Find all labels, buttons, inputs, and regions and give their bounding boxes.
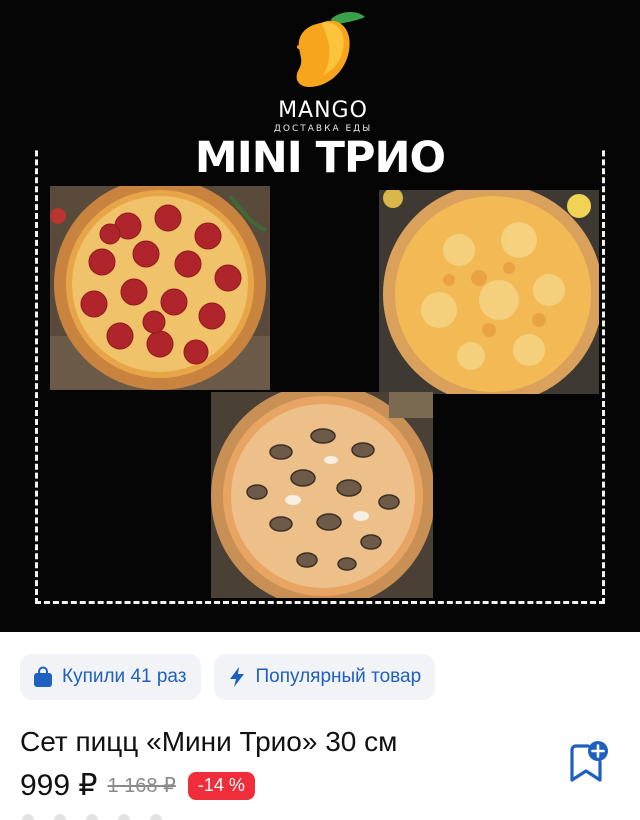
rating-stars-partial: [22, 814, 162, 820]
shopping-bag-icon: [32, 666, 54, 688]
badge-bought[interactable]: Купили 41 раз: [20, 654, 201, 700]
cheese-pizza-photo: [379, 190, 599, 394]
bookmark-plus-icon: [570, 741, 608, 782]
badge-popular[interactable]: Популярный товар: [213, 654, 436, 700]
mushroom-pizza-photo: [211, 392, 433, 598]
discount-badge: -14 %: [187, 771, 255, 800]
brand-name: MANGO: [278, 98, 368, 123]
add-to-favorites-button[interactable]: [568, 740, 610, 786]
price-row: 999 ₽ 1 168 ₽ -14 %: [20, 768, 255, 803]
badges-row: Купили 41 раз Популярный товар: [20, 654, 436, 700]
product-image[interactable]: MANGO ДОСТАВКА ЕДЫ MINI ТРИО: [0, 0, 640, 632]
mango-logo-icon: [296, 12, 365, 87]
banner-title: MINI ТРИО: [194, 133, 446, 183]
pepperoni-pizza-photo: [50, 186, 270, 390]
logo-area: MANGO ДОСТАВКА ЕДЫ: [0, 0, 640, 150]
badge-popular-label: Популярный товар: [255, 666, 422, 687]
lightning-icon: [226, 666, 248, 688]
current-price: 999 ₽: [20, 769, 98, 802]
product-title: Сет пицц «Мини Трио» 30 см: [20, 726, 398, 757]
badge-bought-label: Купили 41 раз: [62, 666, 187, 687]
old-price: 1 168 ₽: [107, 775, 176, 797]
